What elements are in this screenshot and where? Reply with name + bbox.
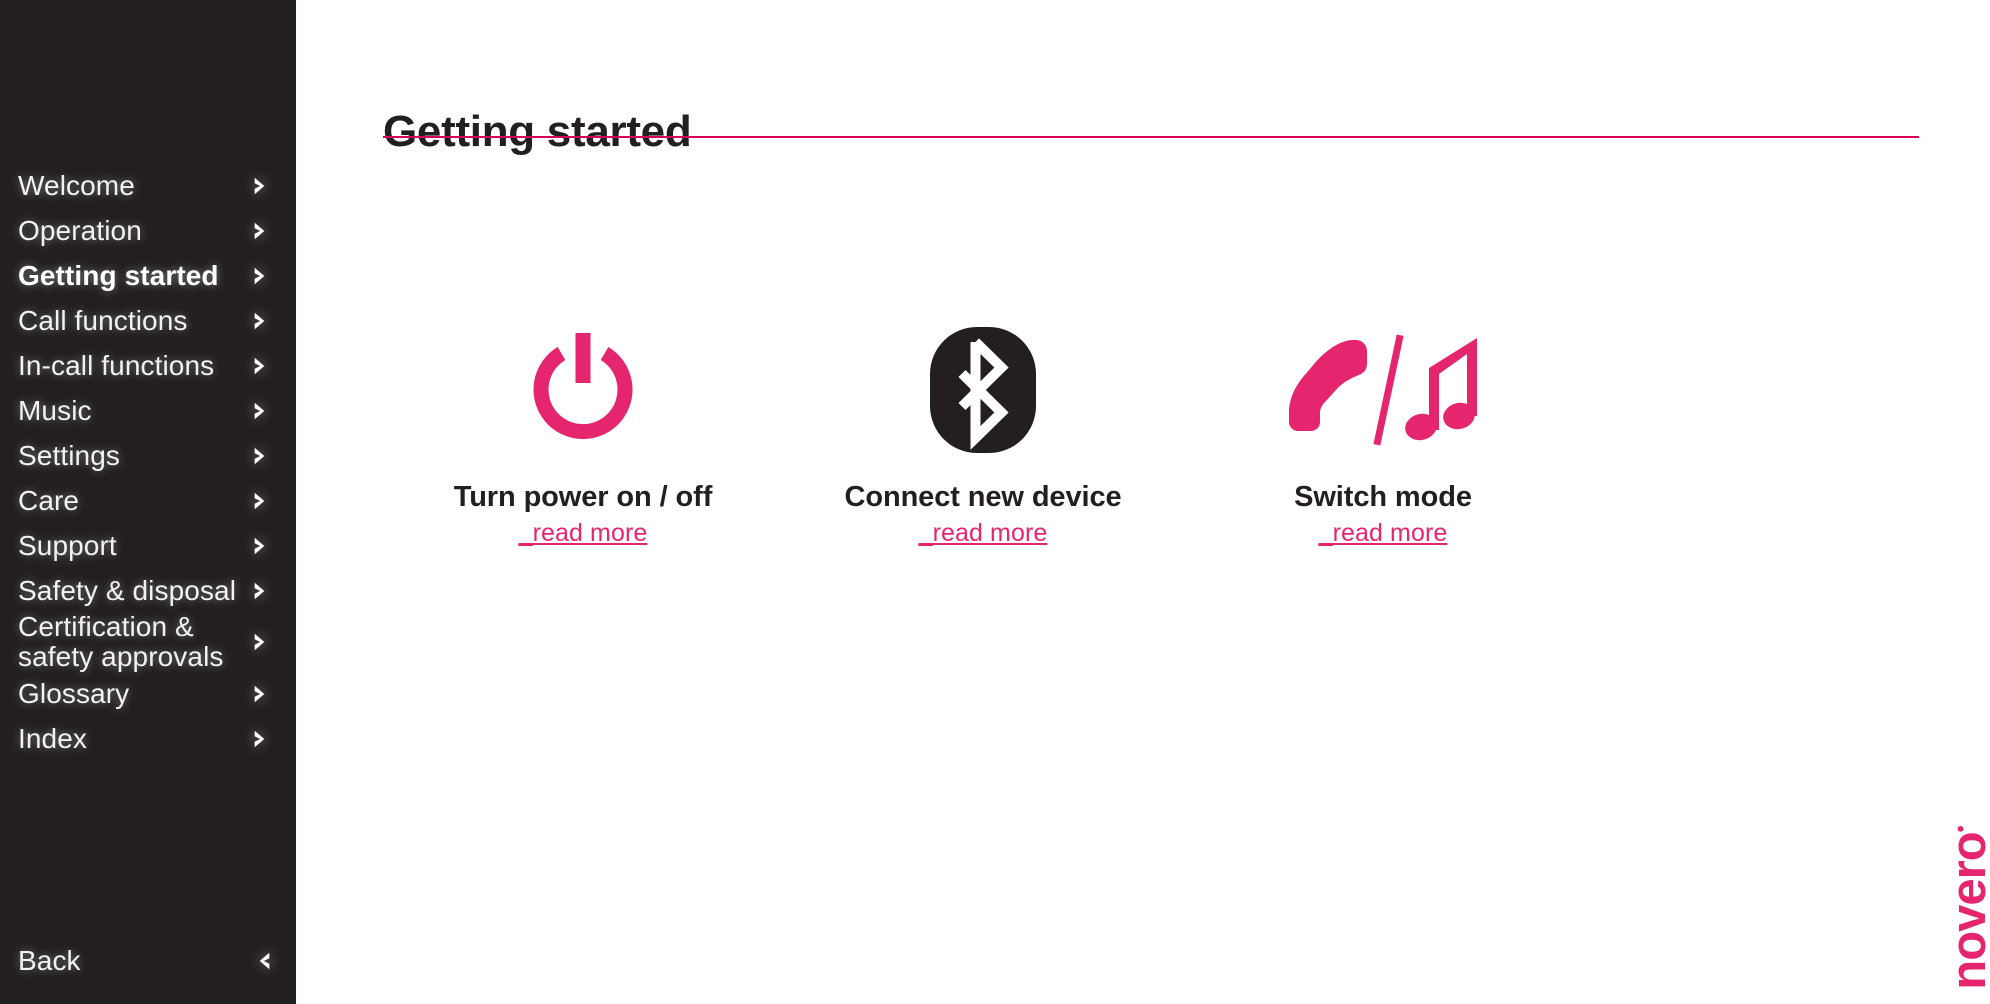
card-title: Turn power on / off: [453, 481, 713, 513]
sidebar-nav-list: Welcome Operation Getting started Call func…: [0, 163, 296, 761]
chevron-right-icon: [251, 220, 273, 242]
sidebar-item-label: Getting started: [18, 259, 219, 291]
chevron-right-icon: [251, 728, 273, 750]
chevron-right-icon: [251, 580, 273, 602]
main-content: Getting started Turn power on / off _rea…: [296, 0, 1990, 1004]
chevron-left-icon: [251, 950, 273, 972]
chevron-right-icon: [251, 175, 273, 197]
chevron-right-icon: [251, 631, 273, 653]
sidebar-item-settings[interactable]: Settings: [0, 433, 296, 478]
sidebar-item-label: Music: [18, 394, 92, 426]
bluetooth-icon: [783, 320, 1183, 460]
sidebar-item-certification-safety-approvals[interactable]: Certification & safety approvals: [0, 611, 296, 672]
sidebar-item-in-call-functions[interactable]: In-call functions: [0, 343, 296, 388]
chevron-right-icon: [251, 683, 273, 705]
read-more-link[interactable]: _read more: [519, 519, 648, 548]
card-title: Connect new device: [844, 481, 1122, 513]
sidebar-item-care[interactable]: Care: [0, 478, 296, 523]
card-turn-power-on-off[interactable]: Turn power on / off _read more: [383, 320, 783, 548]
card-switch-mode[interactable]: Switch mode _read more: [1183, 320, 1583, 548]
phone-music-switch-icon: [1183, 320, 1583, 460]
novero-logo-text: novero•: [1941, 826, 1990, 989]
sidebar-item-welcome[interactable]: Welcome: [0, 163, 296, 208]
card-title: Switch mode: [1294, 481, 1472, 513]
sidebar-item-label: Operation: [18, 214, 142, 246]
chevron-right-icon: [251, 535, 273, 557]
sidebar-item-label: Safety & disposal: [18, 574, 237, 606]
read-more-link[interactable]: _read more: [1319, 519, 1448, 548]
sidebar-item-index[interactable]: Index: [0, 716, 296, 761]
novero-logo-trademark-mark: •: [1950, 826, 1973, 833]
power-icon: [383, 320, 783, 460]
sidebar-item-label: Support: [18, 529, 117, 561]
novero-logo: novero•: [1942, 818, 1990, 998]
sidebar-item-safety-disposal[interactable]: Safety & disposal: [0, 568, 296, 613]
sidebar-back-label: Back: [18, 945, 81, 977]
sidebar-item-support[interactable]: Support: [0, 523, 296, 568]
chevron-right-icon: [251, 445, 273, 467]
sidebar-item-label: Call functions: [18, 304, 188, 336]
sidebar-item-label: In-call functions: [18, 349, 215, 381]
read-more-link[interactable]: _read more: [919, 519, 1048, 548]
sidebar-item-label: Welcome: [18, 169, 135, 201]
page-root: Welcome Operation Getting started Call func…: [0, 0, 1990, 1004]
sidebar: Welcome Operation Getting started Call func…: [0, 0, 296, 1004]
sidebar-item-label: Settings: [18, 439, 120, 471]
chevron-right-icon: [251, 265, 273, 287]
chevron-right-icon: [251, 490, 273, 512]
card-connect-new-device[interactable]: Connect new device _read more: [783, 320, 1183, 548]
chevron-right-icon: [251, 400, 273, 422]
sidebar-item-glossary[interactable]: Glossary: [0, 671, 296, 716]
sidebar-item-music[interactable]: Music: [0, 388, 296, 433]
novero-logo-wordmark: novero: [1942, 832, 1990, 990]
card-grid: Turn power on / off _read more Connect n…: [383, 320, 1583, 548]
sidebar-item-label: Glossary: [18, 677, 130, 709]
sidebar-item-label: Certification & safety approvals: [18, 611, 224, 672]
sidebar-item-label: Index: [18, 722, 87, 754]
chevron-right-icon: [251, 355, 273, 377]
sidebar-item-call-functions[interactable]: Call functions: [0, 298, 296, 343]
sidebar-item-label: Care: [18, 484, 80, 516]
chevron-right-icon: [251, 310, 273, 332]
sidebar-item-back[interactable]: Back: [0, 938, 296, 984]
sidebar-item-getting-started[interactable]: Getting started: [0, 253, 296, 298]
title-underline-rule: [383, 136, 1919, 138]
sidebar-item-operation[interactable]: Operation: [0, 208, 296, 253]
page-title: Getting started: [383, 107, 692, 157]
